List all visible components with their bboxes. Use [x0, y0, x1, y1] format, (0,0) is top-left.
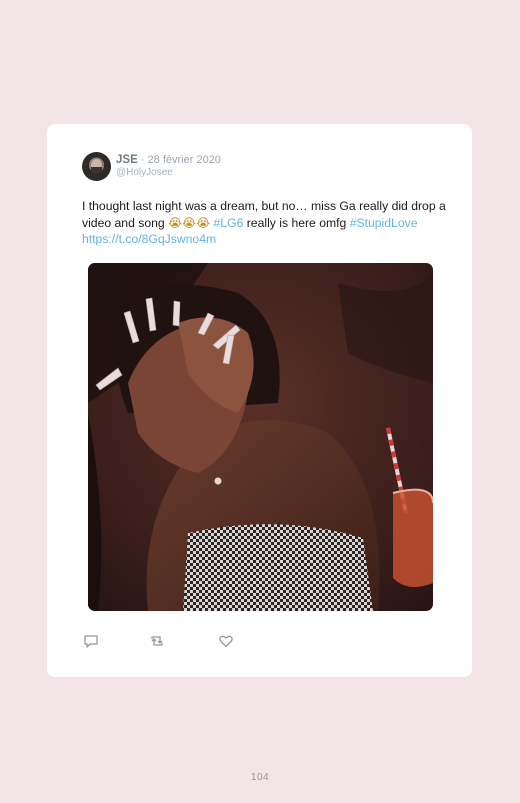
tweet-date[interactable]: 28 février 2020 [148, 154, 221, 166]
tweet-card: JSE · 28 février 2020 @HolyJosee I thoug… [47, 124, 472, 677]
hashtag-lg6[interactable]: #LG6 [214, 216, 244, 230]
avatar-beard [91, 167, 102, 174]
author-line: JSE · 28 février 2020 [116, 154, 221, 166]
tweet-actions [83, 633, 283, 651]
page-number: 104 [250, 772, 270, 783]
crying-emoji: 😭😭😭 [168, 215, 211, 230]
author-name[interactable]: JSE [116, 154, 138, 166]
hashtag-stupidlove[interactable]: #StupidLove [350, 216, 418, 230]
avatar[interactable] [82, 152, 111, 181]
date-separator: · [140, 154, 145, 166]
tweet-text: I thought last night was a dream, but no… [82, 198, 447, 248]
tweet-url[interactable]: https://t.co/8GqJswno4m [82, 232, 216, 246]
tweet-media-image[interactable] [88, 263, 433, 611]
heart-icon[interactable] [218, 633, 236, 651]
author-handle[interactable]: @HolyJosee [116, 167, 173, 178]
tweet-text-part2: really is here omfg [243, 215, 350, 230]
retweet-icon[interactable] [149, 633, 167, 651]
reply-icon[interactable] [83, 633, 101, 651]
